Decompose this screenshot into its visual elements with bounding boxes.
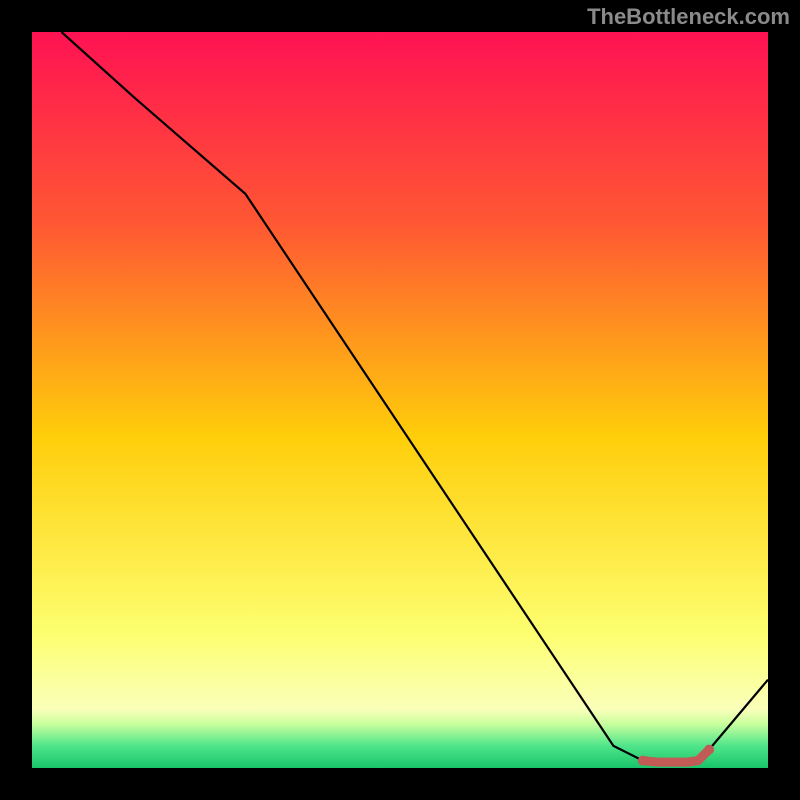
- bottleneck-chart: [0, 0, 800, 800]
- chart-container: TheBottleneck.com: [0, 0, 800, 800]
- marker-dot: [638, 756, 648, 766]
- plot-background: [32, 32, 768, 768]
- marker-dot: [704, 745, 714, 755]
